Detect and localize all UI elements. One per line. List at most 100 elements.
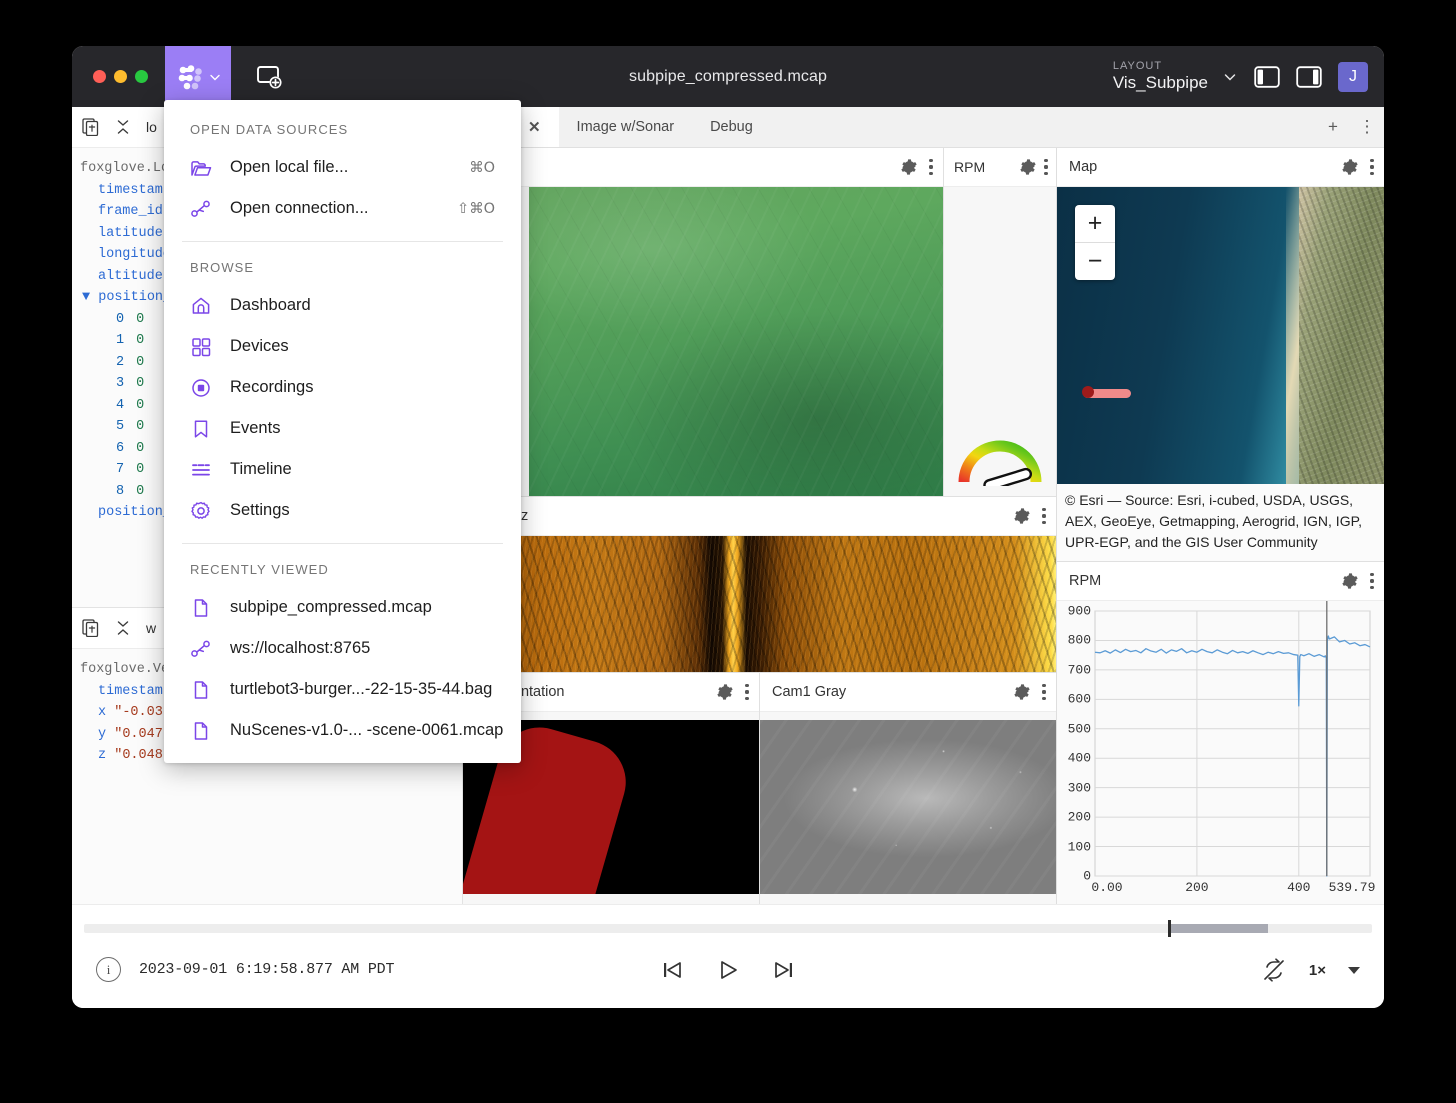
menu-item-label: Timeline [230, 460, 292, 478]
copy-message-icon[interactable] [82, 118, 100, 136]
map-zoom-in-button[interactable]: + [1075, 205, 1115, 243]
playback-right-controls: 1× [1261, 957, 1360, 983]
chevron-down-icon [1224, 73, 1236, 81]
gear-icon[interactable] [1014, 508, 1030, 524]
map-viewport[interactable]: + − [1057, 187, 1384, 484]
array-value: 0 [136, 483, 145, 499]
panel-body [944, 187, 1056, 496]
panel-cam1-gray: Cam1 Gray [760, 673, 1056, 904]
playback-scrubber[interactable] [84, 920, 1372, 937]
gear-icon[interactable] [1014, 684, 1030, 700]
seek-backward-button[interactable] [659, 957, 685, 983]
array-index: 8 [116, 483, 125, 499]
panel-header: Cam1 Gray [760, 673, 1056, 712]
panel-title: RPM [954, 159, 986, 175]
map-vehicle-marker [1081, 385, 1094, 398]
collapse-all-icon[interactable] [114, 619, 132, 637]
panel-header: RPM [1057, 562, 1384, 601]
array-value: 0 [136, 397, 145, 413]
gear-icon[interactable] [901, 159, 917, 175]
add-panel-button[interactable] [253, 61, 285, 93]
menu-item-timeline[interactable]: Timeline [164, 449, 521, 490]
panel-body[interactable]: 0 100 200 300 400 500 600 700 800 900 0.00 200 400 5… [1057, 601, 1384, 904]
panel-title: w [146, 620, 157, 636]
menu-item-recent-ws-localhost[interactable]: ws://localhost:8765 [164, 628, 521, 669]
seek-forward-button[interactable] [771, 957, 797, 983]
panel-sonar: 455 kHz [463, 496, 1056, 672]
panel-header: RPM [944, 148, 1056, 187]
panel-menu-button[interactable] [745, 684, 749, 700]
layout-row-bottom: Segmentation [463, 672, 1056, 904]
tab-label: Debug [710, 119, 753, 135]
minimize-window-button[interactable] [114, 70, 127, 83]
panel-menu-button[interactable] [1370, 573, 1374, 589]
gear-icon[interactable] [1020, 159, 1036, 175]
repeat-toggle-button[interactable] [1261, 957, 1287, 983]
playback-speed-value[interactable]: 1× [1309, 962, 1326, 979]
toggle-left-sidebar-button[interactable] [1254, 65, 1280, 88]
toggle-right-sidebar-button[interactable] [1296, 65, 1322, 88]
menu-item-settings[interactable]: Settings [164, 490, 521, 531]
add-panel-icon [257, 65, 282, 89]
main-panel-area: ete ✕ Image w/Sonar Debug + ⋮ [463, 107, 1384, 904]
rpm-gauge-icon [958, 440, 1042, 486]
collapse-all-icon[interactable] [114, 118, 132, 136]
play-icon [721, 961, 737, 979]
scrubber-playhead[interactable] [1168, 920, 1172, 937]
panel-menu-button[interactable] [1044, 159, 1048, 175]
panel-menu-button[interactable] [1370, 159, 1374, 175]
underwater-video-frame [529, 187, 943, 496]
layout-column-right: Map + − © Esri — Source: Esri, i-cubed, … [1057, 148, 1384, 904]
menu-item-label: Open connection... [230, 199, 369, 217]
menu-item-label: Events [230, 419, 281, 437]
map-land-region [1298, 187, 1384, 484]
plot-svg [1094, 601, 1371, 877]
seek-backward-icon [664, 962, 681, 978]
field-value: "-0.03 [114, 705, 163, 720]
copy-message-icon[interactable] [82, 619, 100, 637]
foxglove-menu-button[interactable] [165, 46, 231, 107]
panel-menu-button[interactable] [929, 159, 933, 175]
menu-item-open-connection[interactable]: Open connection... ⇧⌘O [164, 188, 521, 229]
tab-overflow-menu-button[interactable]: ⋮ [1350, 107, 1384, 147]
menu-section-heading: BROWSE [190, 260, 255, 275]
menu-item-devices[interactable]: Devices [164, 326, 521, 367]
panel-header: GoPro [463, 148, 943, 187]
gear-icon[interactable] [1342, 159, 1358, 175]
maximize-window-button[interactable] [135, 70, 148, 83]
gear-icon[interactable] [1342, 573, 1358, 589]
bookmark-icon [190, 418, 212, 440]
cam1-image-container [760, 720, 1056, 894]
sonar-video-frame [466, 536, 1056, 672]
menu-section-heading: OPEN DATA SOURCES [190, 122, 349, 137]
menu-item-recent-nuscenes[interactable]: NuScenes-v1.0-... -scene-0061.mcap [164, 710, 521, 751]
array-index: 3 [116, 376, 125, 391]
menu-item-label: Recordings [230, 378, 314, 396]
tab-debug[interactable]: Debug [692, 107, 771, 147]
close-icon[interactable]: ✕ [528, 118, 541, 136]
panel-header: 455 kHz [463, 497, 1056, 536]
expand-triangle-icon[interactable]: ▼ [72, 290, 90, 305]
menu-item-recordings[interactable]: Recordings [164, 367, 521, 408]
app-window: subpipe_compressed.mcap LAYOUT Vis_Subpi… [72, 46, 1384, 1008]
panel-menu-button[interactable] [1042, 508, 1046, 524]
panel-map: Map + − © Esri — Source: Esri, i-cubed, … [1057, 148, 1384, 561]
map-zoom-out-button[interactable]: − [1075, 243, 1115, 280]
menu-item-dashboard[interactable]: Dashboard [164, 285, 521, 326]
user-avatar[interactable]: J [1338, 61, 1368, 92]
menu-item-label: Settings [230, 501, 290, 519]
tab-image-w-sonar[interactable]: Image w/Sonar [559, 107, 693, 147]
layout-selector[interactable]: LAYOUT Vis_Subpipe [1113, 60, 1238, 93]
menu-item-recent-turtlebot[interactable]: turtlebot3-burger...-22-15-35-44.bag [164, 669, 521, 710]
menu-item-recent-subpipe[interactable]: subpipe_compressed.mcap [164, 587, 521, 628]
add-tab-button[interactable]: + [1316, 107, 1350, 147]
menu-item-events[interactable]: Events [164, 408, 521, 449]
array-index: 7 [116, 462, 125, 477]
menu-item-open-local-file[interactable]: Open local file... ⌘O [164, 147, 521, 188]
rpm-plot-canvas[interactable]: 0 100 200 300 400 500 600 700 800 900 0.00 200 400 5… [1057, 601, 1384, 904]
gear-icon[interactable] [717, 684, 733, 700]
playback-speed-dropdown[interactable] [1348, 966, 1360, 974]
play-button[interactable] [715, 957, 741, 983]
close-window-button[interactable] [93, 70, 106, 83]
panel-menu-button[interactable] [1042, 684, 1046, 700]
